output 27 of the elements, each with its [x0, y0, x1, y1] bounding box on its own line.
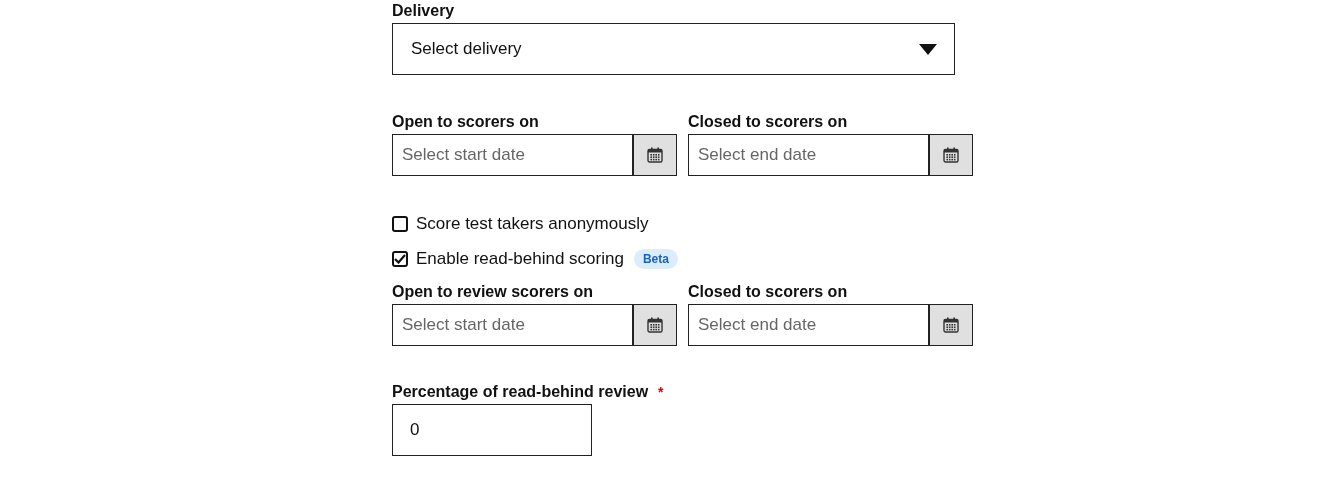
field-label: Open to scorers on: [392, 112, 540, 132]
field-label: Open to review scorers on: [392, 282, 594, 302]
date-field[interactable]: Select end date: [688, 134, 930, 176]
field-label: Delivery: [392, 1, 456, 21]
field-label: Closed to scorers on: [688, 282, 849, 302]
calendar-button[interactable]: [634, 304, 677, 346]
checkbox-label: Score test takers anonymously: [416, 214, 649, 234]
calendar-icon: [647, 317, 663, 333]
checkbox[interactable]: [392, 216, 408, 232]
percentage-field[interactable]: 0: [392, 404, 592, 456]
date-field[interactable]: Select end date: [688, 304, 930, 346]
calendar-button[interactable]: [930, 134, 973, 176]
calendar-icon: [647, 147, 663, 163]
checkbox-label: Enable read-behind scoring: [416, 249, 624, 269]
date-field[interactable]: Select start date: [392, 304, 634, 346]
calendar-button[interactable]: [634, 134, 677, 176]
beta-badge: Beta: [633, 249, 678, 269]
required-mark: *: [658, 384, 664, 400]
delivery-select[interactable]: Select delivery: [392, 23, 955, 75]
calendar-button[interactable]: [930, 304, 973, 346]
caret-icon: [919, 43, 937, 55]
calendar-icon: [943, 147, 959, 163]
field-label: Closed to scorers on: [688, 112, 849, 132]
checkbox[interactable]: [392, 251, 408, 267]
date-field[interactable]: Select start date: [392, 134, 634, 176]
calendar-icon: [943, 317, 959, 333]
field-label: Percentage of read-behind review: [392, 382, 649, 402]
